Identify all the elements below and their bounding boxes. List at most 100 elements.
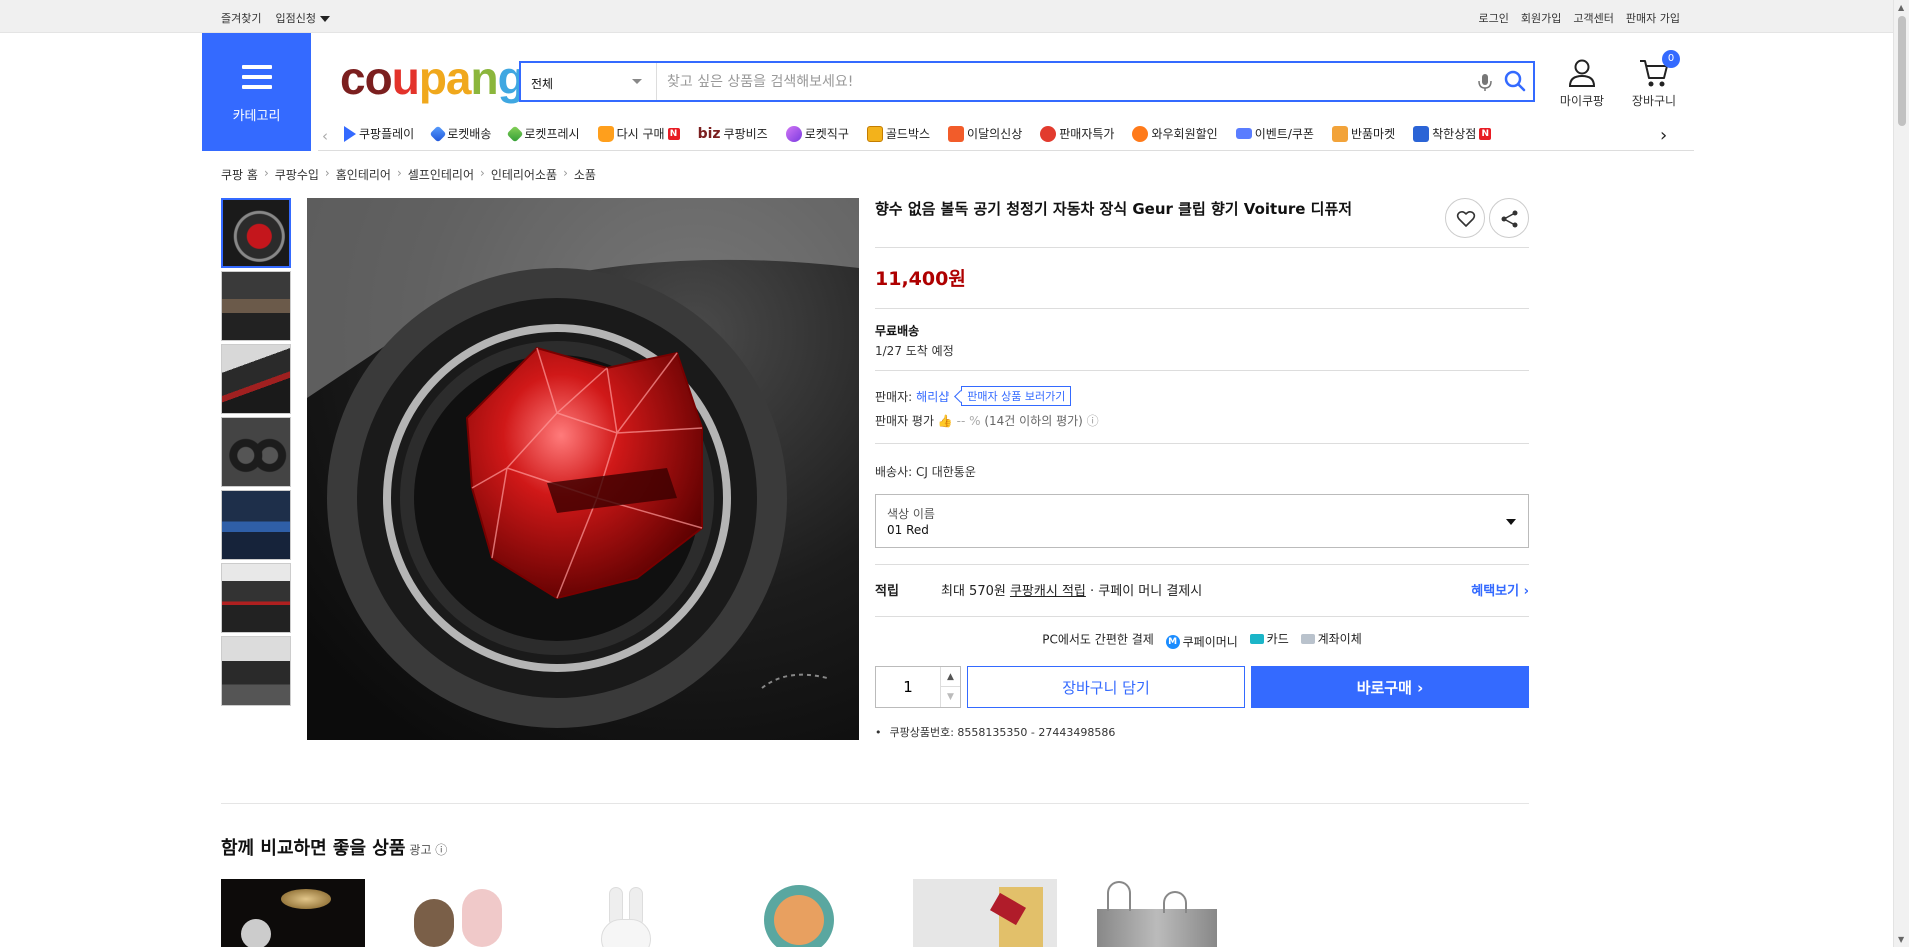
divider: [875, 370, 1529, 371]
nav-item-coupang-biz[interactable]: biz 쿠팡비즈: [698, 125, 768, 142]
bookmark-link[interactable]: 즐겨찾기: [221, 10, 261, 26]
seller-rating-row: 판매자 평가 👍 -- % (14건 이하의 평가) ⓘ: [875, 414, 1099, 428]
signup-link[interactable]: 회원가입: [1521, 10, 1561, 26]
category-menu-button[interactable]: 카테고리: [202, 33, 311, 151]
thumbnail-image[interactable]: [221, 636, 291, 706]
related-products-title: 함께 비교하면 좋을 상품 광고 ⓘ: [221, 838, 448, 859]
product-price: 11,400원: [875, 268, 966, 290]
view-benefits-link[interactable]: 혜택보기 ›: [1471, 580, 1529, 599]
quantity-increase-icon[interactable]: ▲: [940, 667, 960, 687]
carrier-info: 배송사: CJ 대한통운: [875, 465, 976, 479]
product-main-image[interactable]: [307, 198, 859, 740]
coupay-money-icon: M: [1165, 634, 1180, 649]
divider: [875, 443, 1529, 444]
search-icon[interactable]: [1503, 69, 1527, 93]
quantity-input[interactable]: [876, 667, 940, 707]
microphone-icon[interactable]: [1476, 72, 1494, 92]
chevron-down-icon: [632, 79, 642, 84]
quantity-decrease-icon[interactable]: ▼: [940, 687, 960, 707]
add-to-cart-button[interactable]: 장바구니 담기: [967, 666, 1245, 708]
color-option-select[interactable]: 색상 이름 01 Red: [875, 494, 1529, 548]
seller-name-link[interactable]: 해리샵: [916, 388, 949, 405]
related-product-image[interactable]: [583, 879, 727, 947]
related-product-image[interactable]: [221, 879, 365, 947]
search-bar: 전체: [519, 61, 1535, 102]
shopping-bag-icon: [597, 125, 614, 142]
nav-item-good-store[interactable]: 착한상점 N: [1413, 125, 1492, 142]
search-input[interactable]: [667, 71, 1467, 93]
nav-item-coupang-play[interactable]: 쿠팡플레이: [344, 125, 414, 142]
related-product-image[interactable]: [750, 879, 894, 947]
vendor-apply-dropdown[interactable]: 입점신청: [275, 10, 330, 26]
ad-label[interactable]: 광고 ⓘ: [409, 843, 447, 857]
bank-transfer-icon: [1300, 633, 1315, 644]
nav-item-rocket-fresh[interactable]: 로켓프레시: [506, 125, 580, 142]
nav-item-seller-deals[interactable]: 판매자특가: [1040, 125, 1114, 142]
nav-item-wow-discount[interactable]: 와우회원할인: [1132, 125, 1218, 142]
info-icon[interactable]: ⓘ: [1087, 414, 1099, 428]
thumbnail-image[interactable]: [221, 490, 291, 560]
my-coupang-button[interactable]: 마이쿠팡: [1550, 58, 1614, 109]
nav-item-events-coupons[interactable]: 이벤트/쿠폰: [1235, 125, 1314, 142]
vertical-scrollbar[interactable]: ▲ ▼: [1893, 0, 1909, 947]
thumbnail-image[interactable]: [221, 198, 291, 268]
breadcrumb-item[interactable]: 쿠팡수입: [275, 166, 319, 183]
product-info-panel: 향수 없음 볼독 공기 청정기 자동차 장식 Geur 클립 향기 Voitur…: [875, 198, 1529, 739]
coupang-cash-link[interactable]: 쿠팡캐시 적립: [1010, 584, 1086, 599]
scrollbar-thumb[interactable]: [1898, 16, 1906, 126]
seller-signup-link[interactable]: 판매자 가입: [1626, 10, 1680, 26]
thumbnail-image[interactable]: [221, 271, 291, 341]
thumbnail-image[interactable]: [221, 344, 291, 414]
seller-row: 판매자: 해리샵 판매자 상품 보러가기: [875, 386, 1072, 406]
nav-item-rebuy[interactable]: 다시 구매 N: [597, 125, 680, 142]
breadcrumb-item[interactable]: 쿠팡 홈: [221, 166, 258, 183]
nav-next-arrow-icon[interactable]: ›: [1644, 125, 1694, 146]
market-icon: [1331, 125, 1348, 142]
seller-products-button[interactable]: 판매자 상품 보러가기: [961, 386, 1072, 406]
customer-center-link[interactable]: 고객센터: [1573, 10, 1613, 26]
product-title: 향수 없음 볼독 공기 청정기 자동차 장식 Geur 클립 향기 Voitur…: [875, 200, 1353, 218]
divider: [875, 564, 1529, 565]
nav-item-rocket-delivery[interactable]: 로켓배송: [429, 125, 491, 142]
share-button[interactable]: [1489, 198, 1529, 238]
thumbnail-image[interactable]: [221, 417, 291, 487]
search-scope-select[interactable]: 전체: [521, 63, 657, 100]
breadcrumb: 쿠팡 홈 › 쿠팡수입 › 홈인테리어 › 셀프인테리어 › 인테리어소품 › 소품: [221, 166, 596, 183]
related-product-image[interactable]: [402, 879, 546, 947]
nav-item-return-market[interactable]: 반품마켓: [1331, 125, 1395, 142]
thumbnail-list: [221, 198, 291, 709]
nav-item-goldbox[interactable]: 골드박스: [866, 125, 930, 142]
gift-box-icon: [866, 125, 883, 142]
scroll-down-arrow-icon[interactable]: ▼: [1898, 935, 1904, 944]
quantity-stepper: ▲ ▼: [875, 666, 961, 708]
breadcrumb-item[interactable]: 홈인테리어: [336, 166, 391, 183]
new-badge: N: [1479, 127, 1492, 140]
chevron-right-icon: ›: [263, 166, 269, 180]
coupon-icon: [1235, 128, 1252, 139]
related-product-image[interactable]: [913, 879, 1057, 947]
nav-item-new-arrivals[interactable]: 이달의신상: [948, 125, 1022, 142]
wishlist-button[interactable]: [1445, 198, 1485, 238]
breadcrumb-item[interactable]: 셀프인테리어: [408, 166, 474, 183]
divider: [875, 616, 1529, 617]
scroll-up-arrow-icon[interactable]: ▲: [1898, 3, 1904, 12]
shipping-title: 무료배송: [875, 324, 920, 338]
category-nav-strip: ‹ 쿠팡플레이 로켓배송 로켓프레시 다시 구매 N biz 쿠팡비즈 로켓직구 골…: [318, 121, 1694, 151]
rocket-icon: [429, 125, 447, 142]
nav-item-rocket-direct[interactable]: 로켓직구: [785, 125, 849, 142]
breadcrumb-item[interactable]: 소품: [574, 166, 596, 183]
buy-now-button[interactable]: 바로구매 ›: [1251, 666, 1529, 708]
rocket-direct-icon: [785, 125, 802, 142]
rocket-fresh-icon: [506, 125, 524, 142]
cart-button[interactable]: 장바구니 0: [1622, 50, 1686, 109]
coupang-logo[interactable]: coupang: [340, 52, 526, 104]
related-product-image[interactable]: [1087, 879, 1231, 947]
nav-prev-arrow-icon[interactable]: ‹: [322, 127, 328, 145]
new-bag-icon: [948, 125, 965, 142]
breadcrumb-item[interactable]: 인테리어소품: [491, 166, 557, 183]
thumbnail-image[interactable]: [221, 563, 291, 633]
chevron-right-icon: ›: [563, 166, 568, 180]
new-badge: N: [667, 127, 680, 140]
play-icon: [344, 125, 356, 142]
login-link[interactable]: 로그인: [1479, 10, 1509, 26]
